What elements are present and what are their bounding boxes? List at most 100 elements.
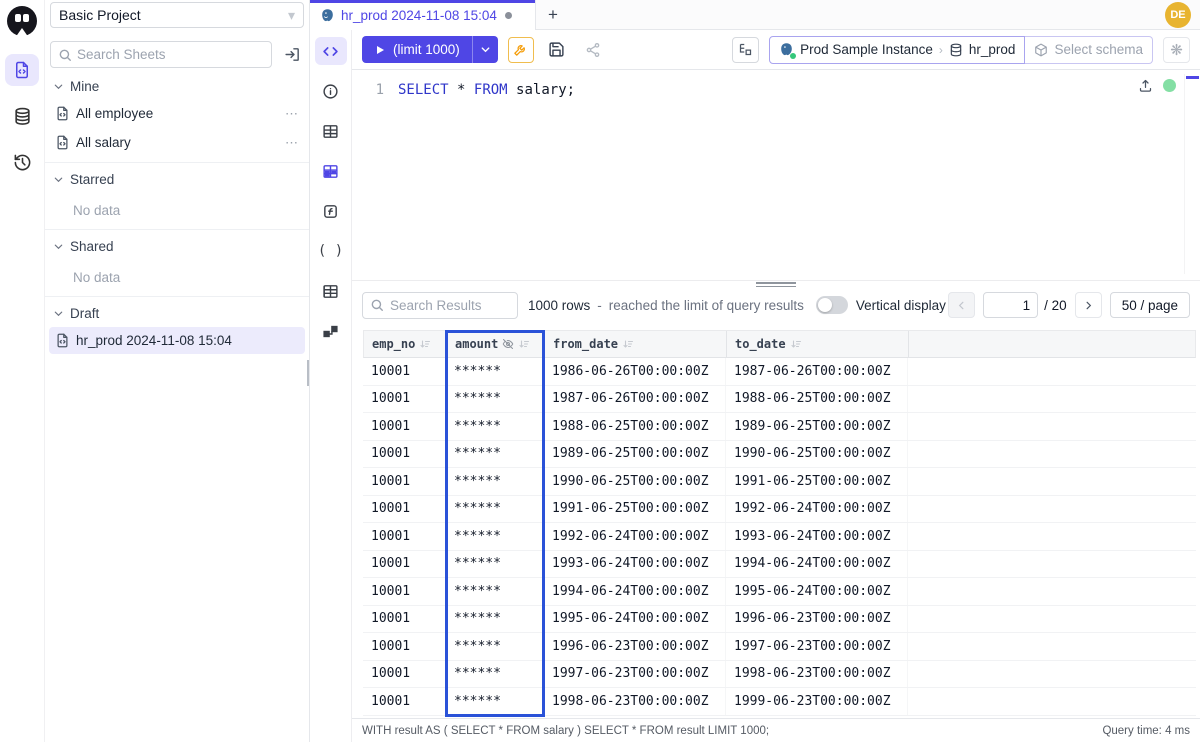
strip-procedures-button[interactable]: ( )	[315, 237, 347, 265]
table-row[interactable]: 10001******1990-06-25T00:00:00Z1991-06-2…	[363, 468, 1196, 496]
share-sheet-button[interactable]	[580, 37, 606, 63]
sql-editor-surface[interactable]: 1 SELECT * FROM salary;	[352, 70, 1200, 280]
cell-to_date[interactable]: 1997-06-23T00:00:00Z	[726, 633, 908, 660]
sort-icon[interactable]	[518, 338, 530, 350]
section-header-shared[interactable]: Shared	[45, 234, 309, 258]
cell-emp_no[interactable]: 10001	[363, 386, 446, 413]
cell-emp_no[interactable]: 10001	[363, 496, 446, 523]
cell-emp_no[interactable]: 10001	[363, 358, 446, 385]
panel-resize-handle[interactable]	[352, 280, 1200, 288]
table-row[interactable]: 10001******1993-06-24T00:00:00Z1994-06-2…	[363, 551, 1196, 579]
nav-worksheets[interactable]	[5, 54, 39, 86]
section-header-draft[interactable]: Draft	[45, 301, 309, 325]
cell-to_date[interactable]: 1998-06-23T00:00:00Z	[726, 661, 908, 688]
cell-amount[interactable]: ******	[446, 413, 544, 440]
cell-from_date[interactable]: 1996-06-23T00:00:00Z	[544, 633, 726, 660]
cell-to_date[interactable]: 1990-06-25T00:00:00Z	[726, 441, 908, 468]
cell-from_date[interactable]: 1995-06-24T00:00:00Z	[544, 606, 726, 633]
ai-assistant-button[interactable]: ❋	[1163, 37, 1190, 63]
sort-icon[interactable]	[622, 338, 634, 350]
import-sheet-button[interactable]	[280, 43, 304, 67]
cell-amount[interactable]: ******	[446, 633, 544, 660]
sheet-more-button[interactable]: ⋯	[285, 106, 299, 122]
cell-emp_no[interactable]: 10001	[363, 468, 446, 495]
page-number-input[interactable]: 1	[983, 292, 1038, 318]
cell-emp_no[interactable]: 10001	[363, 633, 446, 660]
cell-emp_no[interactable]: 10001	[363, 606, 446, 633]
cell-from_date[interactable]: 1994-06-24T00:00:00Z	[544, 578, 726, 605]
cell-to_date[interactable]: 1995-06-24T00:00:00Z	[726, 578, 908, 605]
table-row[interactable]: 10001******1991-06-25T00:00:00Z1992-06-2…	[363, 496, 1196, 524]
cell-emp_no[interactable]: 10001	[363, 413, 446, 440]
nav-databases[interactable]	[5, 100, 39, 132]
save-sheet-button[interactable]	[544, 37, 570, 63]
cell-from_date[interactable]: 1992-06-24T00:00:00Z	[544, 523, 726, 550]
table-row[interactable]: 10001******1998-06-23T00:00:00Z1999-06-2…	[363, 688, 1196, 716]
schema-tree-button[interactable]	[732, 37, 759, 63]
schema-select[interactable]: Select schema	[1025, 36, 1153, 64]
cell-to_date[interactable]: 1989-06-25T00:00:00Z	[726, 413, 908, 440]
cell-to_date[interactable]: 1988-06-25T00:00:00Z	[726, 386, 908, 413]
strip-external-tables-button[interactable]	[315, 157, 347, 185]
sheet-more-button[interactable]: ⋯	[285, 135, 299, 151]
cell-emp_no[interactable]: 10001	[363, 441, 446, 468]
cell-amount[interactable]: ******	[446, 523, 544, 550]
strip-code-button[interactable]	[315, 37, 347, 65]
cell-from_date[interactable]: 1998-06-23T00:00:00Z	[544, 688, 726, 715]
prev-page-button[interactable]	[948, 292, 975, 318]
user-avatar[interactable]: DE	[1165, 2, 1191, 28]
cell-to_date[interactable]: 1996-06-23T00:00:00Z	[726, 606, 908, 633]
table-row[interactable]: 10001******1996-06-23T00:00:00Z1997-06-2…	[363, 633, 1196, 661]
sheet-item-all-salary[interactable]: All salary ⋯	[49, 129, 305, 156]
cell-from_date[interactable]: 1991-06-25T00:00:00Z	[544, 496, 726, 523]
table-row[interactable]: 10001******1989-06-25T00:00:00Z1990-06-2…	[363, 441, 1196, 469]
page-size-select[interactable]: 50 / page	[1110, 292, 1190, 318]
vertical-display-toggle[interactable]	[816, 296, 848, 314]
table-row[interactable]: 10001******1995-06-24T00:00:00Z1996-06-2…	[363, 606, 1196, 634]
cell-amount[interactable]: ******	[446, 661, 544, 688]
table-row[interactable]: 10001******1994-06-24T00:00:00Z1995-06-2…	[363, 578, 1196, 606]
cell-amount[interactable]: ******	[446, 551, 544, 578]
strip-tables-button[interactable]	[315, 117, 347, 145]
cell-to_date[interactable]: 1999-06-23T00:00:00Z	[726, 688, 908, 715]
results-search-input[interactable]: Search Results	[362, 292, 518, 319]
cell-from_date[interactable]: 1988-06-25T00:00:00Z	[544, 413, 726, 440]
run-query-button[interactable]: (limit 1000)	[362, 36, 472, 63]
cell-to_date[interactable]: 1991-06-25T00:00:00Z	[726, 468, 908, 495]
new-tab-button[interactable]: +	[536, 0, 570, 30]
table-row[interactable]: 10001******1997-06-23T00:00:00Z1998-06-2…	[363, 661, 1196, 689]
table-row[interactable]: 10001******1986-06-26T00:00:00Z1987-06-2…	[363, 358, 1196, 386]
instance-database-select[interactable]: Prod Sample Instance › hr_prod	[769, 36, 1025, 64]
cell-emp_no[interactable]: 10001	[363, 688, 446, 715]
cell-to_date[interactable]: 1987-06-26T00:00:00Z	[726, 358, 908, 385]
cell-amount[interactable]: ******	[446, 578, 544, 605]
cell-emp_no[interactable]: 10001	[363, 578, 446, 605]
upload-sql-button[interactable]	[1138, 78, 1153, 93]
cell-emp_no[interactable]: 10001	[363, 551, 446, 578]
column-header-to-date[interactable]: to_date	[727, 331, 909, 357]
nav-history[interactable]	[5, 146, 39, 178]
project-select[interactable]: Basic Project ▾	[50, 2, 304, 28]
next-page-button[interactable]	[1075, 292, 1102, 318]
column-header-emp-no[interactable]: emp_no	[364, 331, 447, 357]
cell-emp_no[interactable]: 10001	[363, 661, 446, 688]
sheet-item-draft-hr-prod[interactable]: hr_prod 2024-11-08 15:04	[49, 327, 305, 354]
cell-from_date[interactable]: 1989-06-25T00:00:00Z	[544, 441, 726, 468]
column-header-from-date[interactable]: from_date	[545, 331, 727, 357]
sheet-search-input[interactable]: Search Sheets	[50, 41, 272, 68]
cell-amount[interactable]: ******	[446, 688, 544, 715]
strip-views-button[interactable]	[315, 277, 347, 305]
cell-amount[interactable]: ******	[446, 468, 544, 495]
cell-amount[interactable]: ******	[446, 441, 544, 468]
cell-amount[interactable]: ******	[446, 386, 544, 413]
table-row[interactable]: 10001******1992-06-24T00:00:00Z1993-06-2…	[363, 523, 1196, 551]
cell-amount[interactable]: ******	[446, 606, 544, 633]
sheet-item-all-employee[interactable]: All employee ⋯	[49, 100, 305, 127]
cell-amount[interactable]: ******	[446, 496, 544, 523]
table-row[interactable]: 10001******1987-06-26T00:00:00Z1988-06-2…	[363, 386, 1196, 414]
run-options-button[interactable]	[472, 36, 498, 63]
strip-functions-button[interactable]	[315, 197, 347, 225]
eye-off-icon[interactable]	[502, 338, 514, 350]
section-header-starred[interactable]: Starred	[45, 167, 309, 191]
cell-to_date[interactable]: 1994-06-24T00:00:00Z	[726, 551, 908, 578]
